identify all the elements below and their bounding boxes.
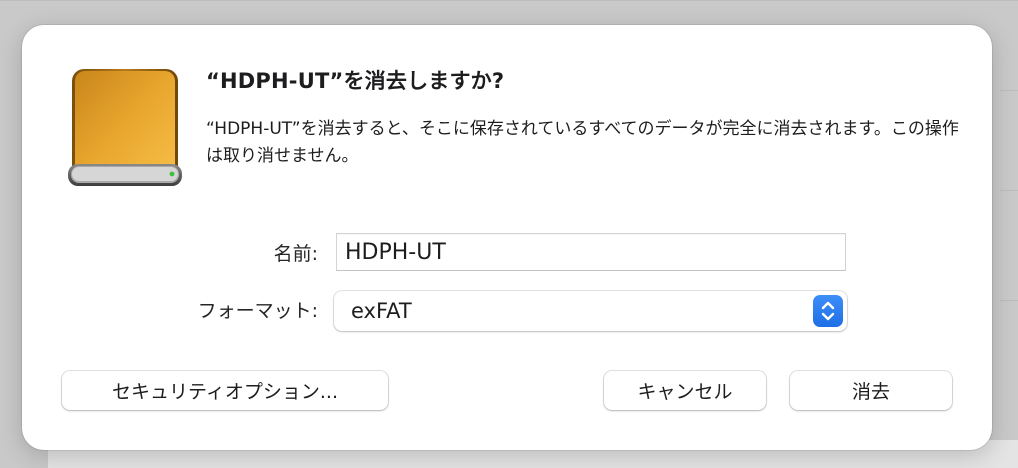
backdrop-line bbox=[1000, 190, 1018, 191]
name-field[interactable] bbox=[336, 233, 846, 271]
security-options-button[interactable]: セキュリティオプション... bbox=[62, 371, 388, 410]
format-label: フォーマット: bbox=[197, 300, 318, 322]
backdrop-line bbox=[1000, 300, 1018, 301]
format-value: exFAT bbox=[351, 299, 412, 323]
dialog-title: “HDPH-UT”を消去しますか? bbox=[206, 69, 505, 93]
name-label: 名前: bbox=[273, 243, 318, 265]
backdrop-line bbox=[1000, 90, 1018, 91]
format-select[interactable]: exFAT bbox=[334, 291, 847, 331]
erase-button[interactable]: 消去 bbox=[790, 371, 952, 410]
erase-dialog: “HDPH-UT”を消去しますか? “HDPH-UT”を消去すると、そこに保存さ… bbox=[22, 25, 992, 450]
external-drive-icon bbox=[66, 67, 186, 192]
backdrop-line bbox=[0, 0, 1018, 1]
cancel-button[interactable]: キャンセル bbox=[604, 371, 766, 410]
up-down-chevron-icon[interactable] bbox=[813, 295, 843, 327]
dialog-message: “HDPH-UT”を消去すると、そこに保存されているすべてのデータが完全に消去さ… bbox=[206, 119, 959, 166]
